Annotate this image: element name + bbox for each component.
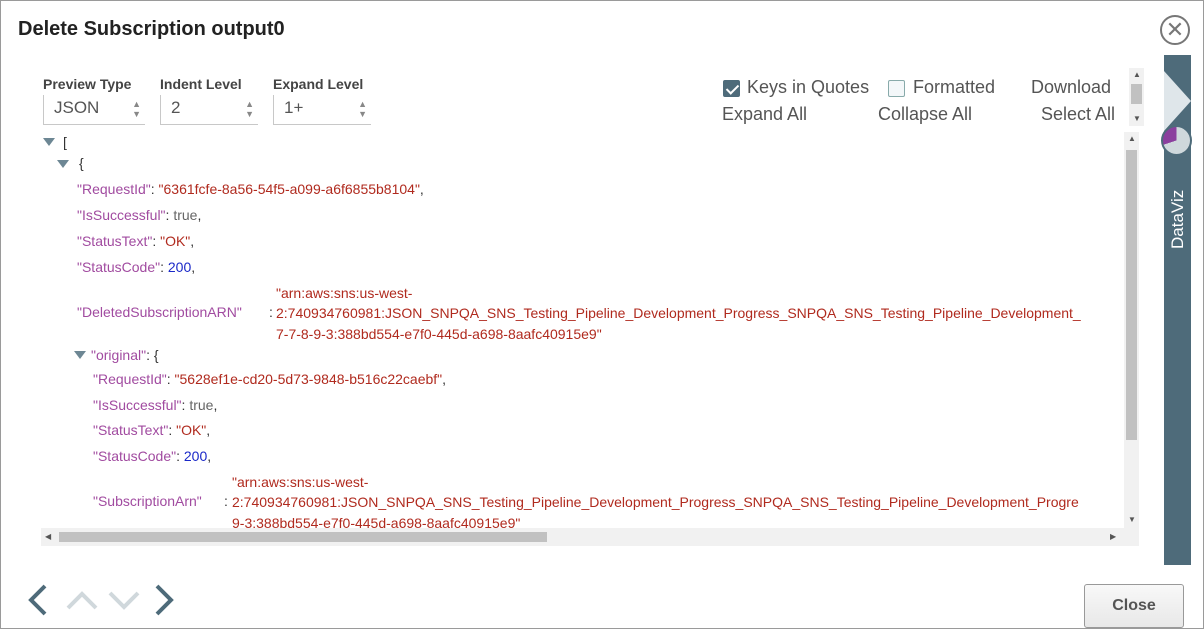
select-all-link[interactable]: Select All [1041,104,1115,125]
keys-in-quotes-checkbox[interactable] [723,80,740,97]
json-key: "StatusCode" [77,259,161,275]
scrollbar-thumb[interactable] [59,532,547,542]
json-row: "RequestId": "6361fcfe-8a56-54f5-a099-a6… [77,181,424,197]
pie-chart-icon [1161,125,1192,156]
json-value: "OK" [160,233,191,249]
scrollbar-thumb[interactable] [1131,84,1142,104]
scroll-up-icon[interactable]: ▲ [1133,70,1141,79]
chevron-up-icon[interactable] [65,583,99,617]
json-key: "IsSuccessful" [93,397,182,413]
indent-level-label: Indent Level [160,76,242,92]
json-value: "6361fcfe-8a56-54f5-a099-a6f6855b8104" [158,181,420,197]
dataviz-panel-tab[interactable]: DataViz [1161,55,1192,565]
expand-all-link[interactable]: Expand All [722,104,807,125]
json-row: "original": { [91,347,159,363]
json-colon: : [224,493,228,509]
json-value: true [189,397,214,413]
preview-vertical-scrollbar[interactable]: ▲ ▼ [1124,132,1139,528]
json-row: "IsSuccessful": true, [93,397,218,413]
keys-in-quotes-label[interactable]: Keys in Quotes [747,77,869,98]
dialog: Delete Subscription output0 ✕ Preview Ty… [0,0,1204,629]
json-value: 2:740934760981:JSON_SNPQA_SNS_Testing_Pi… [276,305,1081,321]
json-preview: [ { "RequestId": "6361fcfe-8a56-54f5-a09… [41,132,1139,546]
scroll-up-icon[interactable]: ▲ [1128,134,1136,143]
dataviz-label: DataViz [1168,189,1187,249]
json-row: "StatusCode": 200, [77,259,196,275]
json-value: "arn:aws:sns:us-west- [276,285,413,301]
json-row: "IsSuccessful": true, [77,207,202,223]
scroll-down-icon[interactable]: ▼ [1133,114,1141,123]
expand-level-label: Expand Level [273,76,364,92]
json-open-brace: { [79,155,84,171]
expand-level-select[interactable]: 1+ ▲ ▼ [273,95,371,125]
spinner-icon: ▲ ▼ [358,99,367,119]
formatted-checkbox[interactable] [888,80,905,97]
formatted-label[interactable]: Formatted [913,77,995,98]
scroll-right-icon[interactable]: ▶ [1110,532,1116,541]
close-button[interactable]: Close [1084,584,1184,628]
preview-type-select[interactable]: JSON ▲ ▼ [43,95,145,125]
chevron-down-icon[interactable] [107,583,141,617]
download-link[interactable]: Download [1031,77,1111,98]
close-icon[interactable]: ✕ [1160,15,1190,45]
json-key: "IsSuccessful" [77,207,166,223]
json-value: "5628ef1e-cd20-5d73-9848-b516c22caebf" [174,371,443,387]
json-key: "StatusCode" [93,448,177,464]
json-row: "RequestId": "5628ef1e-cd20-5d73-9848-b5… [93,371,447,387]
json-value: 200 [183,448,208,464]
expand-panel-icon [1164,71,1191,131]
json-key: "original" [91,347,147,363]
chevron-left-icon[interactable] [27,583,49,617]
indent-level-select[interactable]: 2 ▲ ▼ [160,95,258,125]
scrollbar-thumb[interactable] [1126,150,1137,440]
json-value: 2:740934760981:JSON_SNPQA_SNS_Testing_Pi… [232,494,1079,510]
json-key: "SubscriptionArn" [93,493,202,509]
json-value: 200 [167,259,192,275]
collapse-toggle-icon[interactable] [43,138,55,146]
collapse-toggle-icon[interactable] [74,351,86,359]
json-value: "OK" [176,422,207,438]
json-key: "RequestId" [93,371,167,387]
json-value: true [173,207,198,223]
expand-level-value: 1+ [284,98,304,117]
json-value: "arn:aws:sns:us-west- [232,474,369,490]
json-key: "StatusText" [77,233,153,249]
spinner-icon: ▲ ▼ [245,99,254,119]
json-open-bracket: [ [63,134,67,150]
json-row: "StatusCode": 200, [93,448,212,464]
json-colon: : [269,304,273,320]
scroll-down-icon[interactable]: ▼ [1128,515,1136,524]
json-key: "RequestId" [77,181,151,197]
json-key: "DeletedSubscriptionARN" [77,304,242,320]
json-row: "StatusText": "OK", [77,233,195,249]
json-key: "StatusText" [93,422,169,438]
preview-horizontal-scrollbar[interactable]: ◀ ▶ [41,528,1139,546]
collapse-all-link[interactable]: Collapse All [878,104,972,125]
indent-level-value: 2 [171,98,181,117]
options-scrollbar[interactable]: ▲ ▼ [1129,68,1144,126]
json-row: "StatusText": "OK", [93,422,211,438]
spinner-icon: ▲ ▼ [132,99,141,119]
dialog-title: Delete Subscription output0 [18,18,285,40]
scroll-left-icon[interactable]: ◀ [45,532,51,541]
preview-type-value: JSON [54,98,100,117]
preview-type-label: Preview Type [43,76,132,92]
chevron-right-icon[interactable] [153,583,175,617]
json-value: 7-7-8-9-3:388bd554-e7f0-445d-a698-8aafc4… [276,326,602,342]
collapse-toggle-icon[interactable] [57,160,69,168]
